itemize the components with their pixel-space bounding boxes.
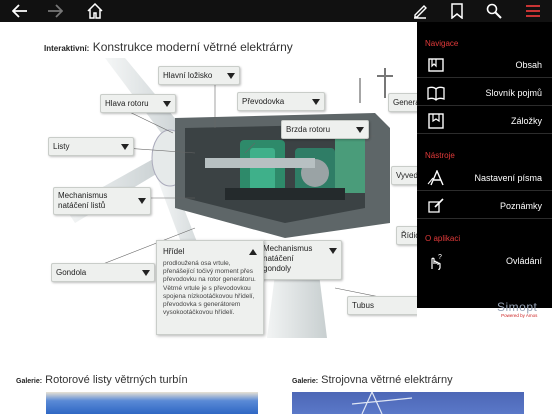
chevron-down-icon: [121, 143, 129, 150]
label-mechanismus-listu[interactable]: Mechanismus natáčení listů: [53, 187, 151, 215]
label-generator[interactable]: Genera: [388, 93, 417, 112]
svg-text:?: ?: [438, 254, 442, 261]
menu-item-nastaveni-pisma[interactable]: Nastavení písma: [417, 165, 552, 191]
label-ridici[interactable]: Řídic: [396, 226, 417, 245]
menu-section-tools: Nástroje: [425, 151, 455, 160]
menu-item-obsah[interactable]: Obsah: [417, 52, 552, 78]
bookmarks-icon: [428, 113, 444, 129]
arrow-right-icon[interactable]: [43, 0, 67, 22]
app-window: Interaktivní: Konstrukce moderní větrné …: [0, 0, 552, 414]
chevron-up-icon[interactable]: [249, 248, 257, 255]
menu-item-ovladani[interactable]: ? Ovládání: [417, 248, 552, 274]
menu-section-navigation: Navigace: [425, 39, 459, 48]
menu-section-about: O aplikaci: [425, 234, 461, 243]
search-icon[interactable]: [482, 0, 506, 22]
home-icon[interactable]: [83, 0, 107, 22]
label-vyved[interactable]: Vyved: [391, 166, 417, 185]
arrow-left-icon[interactable]: [8, 0, 32, 22]
chevron-down-icon: [356, 126, 364, 133]
label-mechanismus-gondoly[interactable]: Mechanismus natáčení gondoly: [258, 240, 342, 280]
label-hlavni-lozisko[interactable]: Hlavní ložisko: [158, 66, 240, 85]
gallery-thumbnail-machine-room[interactable]: [292, 390, 524, 414]
info-popup-hridel[interactable]: Hřídel prodloužená osa vrtule, přenášejí…: [156, 240, 264, 335]
gallery-thumbnail-rotor-blades[interactable]: [46, 392, 258, 414]
chevron-down-icon: [163, 100, 171, 107]
chevron-down-icon: [227, 72, 235, 79]
label-tubus[interactable]: Tubus: [347, 296, 417, 315]
heading-prefix: Interaktivní:: [44, 44, 90, 53]
bookmark-icon[interactable]: [445, 0, 469, 22]
book-icon: [427, 86, 445, 101]
gallery-title-rotor-blades[interactable]: Galerie: Rotorové listy větrných turbín: [16, 374, 188, 386]
popup-body: prodloužená osa vrtule, přenášející toči…: [163, 260, 256, 317]
label-prevodovka[interactable]: Převodovka: [237, 92, 325, 111]
chevron-down-icon: [312, 98, 320, 105]
menu-item-zalozky[interactable]: Záložky: [417, 108, 552, 134]
gesture-help-icon: ?: [431, 254, 442, 270]
top-toolbar: [0, 0, 552, 22]
notes-icon: [428, 198, 444, 213]
crane-illustration: [351, 390, 413, 414]
hamburger-icon[interactable]: [521, 0, 545, 22]
label-brzda-rotoru[interactable]: Brzda rotoru: [281, 120, 369, 139]
label-gondola[interactable]: Gondola: [51, 263, 155, 282]
font-settings-icon: [427, 170, 444, 186]
brand-logo: Simopt Powered by Amos: [497, 300, 538, 318]
menu-item-poznamky[interactable]: Poznámky: [417, 193, 552, 219]
label-hlava-rotoru[interactable]: Hlava rotoru: [100, 94, 176, 113]
popup-header: Hřídel: [163, 247, 257, 256]
chevron-down-icon: [138, 198, 146, 204]
chevron-down-icon: [142, 269, 150, 276]
popup-title: Hřídel: [163, 247, 185, 256]
heading-title: Konstrukce moderní větrné elektrárny: [92, 40, 293, 54]
contents-icon: [428, 58, 444, 72]
menu-item-slovnik[interactable]: Slovník pojmů: [417, 80, 552, 106]
page-title: Interaktivní: Konstrukce moderní větrné …: [44, 40, 293, 54]
label-listy[interactable]: Listy: [48, 137, 134, 156]
chevron-down-icon: [329, 248, 337, 254]
pencil-icon[interactable]: [408, 0, 432, 22]
gallery-title-machine-room[interactable]: Galerie: Strojovna větrné elektrárny: [292, 374, 453, 386]
side-menu: Navigace Obsah Slovník pojmů Záložky Nás…: [417, 22, 552, 318]
